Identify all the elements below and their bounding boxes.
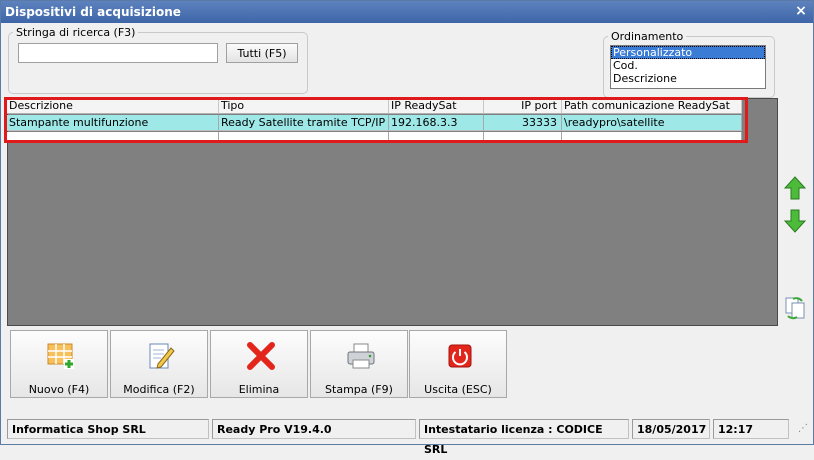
delete-button[interactable]: Elimina	[210, 330, 308, 398]
ordering-group-label: Ordinamento	[611, 30, 684, 43]
exit-button[interactable]: Uscita (ESC)	[409, 330, 507, 398]
empty-cell	[484, 132, 562, 142]
refresh-button[interactable]	[781, 294, 809, 322]
column-header-port[interactable]: IP port	[484, 98, 562, 114]
column-header-descrizione[interactable]: Descrizione	[7, 98, 219, 114]
arrow-up-icon	[784, 176, 806, 200]
status-license: Intestatario licenza : CODICE SRL	[419, 419, 629, 456]
search-group-label: Stringa di ricerca (F3)	[16, 26, 136, 39]
new-button[interactable]: Nuovo (F4)	[10, 330, 108, 398]
ordering-option[interactable]: Personalizzato	[611, 46, 765, 59]
cell-port: 33333	[484, 115, 562, 131]
empty-cell	[219, 132, 389, 142]
edit-button-label: Modifica (F2)	[123, 383, 195, 396]
cell-descrizione: Stampante multifunzione	[7, 115, 219, 131]
title-bar: Dispositivi di acquisizione ×	[1, 1, 813, 23]
status-bar: Informatica Shop SRL Ready Pro V19.4.0 I…	[7, 419, 807, 456]
status-date: 18/05/2017	[632, 419, 710, 439]
refresh-icon	[785, 297, 805, 320]
cell-tipo: Ready Satellite tramite TCP/IP	[219, 115, 389, 131]
empty-cell	[562, 132, 742, 142]
ordering-listbox[interactable]: Personalizzato Cod. Descrizione	[610, 45, 766, 89]
exit-icon	[448, 344, 472, 368]
cell-ip: 192.168.3.3	[389, 115, 484, 131]
all-button[interactable]: Tutti (F5)	[226, 43, 298, 63]
ordering-option[interactable]: Cod.	[611, 59, 765, 72]
new-button-label: Nuovo (F4)	[28, 383, 90, 396]
delete-x-icon	[247, 342, 275, 370]
move-up-button[interactable]	[781, 174, 809, 202]
edit-icon	[149, 343, 175, 369]
new-grid-icon	[47, 343, 74, 369]
close-icon[interactable]: ×	[793, 3, 809, 19]
delete-button-label: Elimina	[238, 383, 280, 396]
column-header-ip[interactable]: IP ReadySat	[389, 98, 484, 114]
column-header-tipo[interactable]: Tipo	[219, 98, 389, 114]
move-down-button[interactable]	[781, 207, 809, 235]
print-button-label: Stampa (F9)	[325, 383, 393, 396]
status-version: Ready Pro V19.4.0	[212, 419, 416, 439]
exit-button-label: Uscita (ESC)	[424, 383, 492, 396]
window-title: Dispositivi di acquisizione	[5, 5, 181, 19]
print-button[interactable]: Stampa (F9)	[310, 330, 408, 398]
resize-grip-icon[interactable]: ⋰	[798, 423, 810, 437]
arrow-down-icon	[784, 209, 806, 233]
column-header-path[interactable]: Path comunicazione ReadySat	[562, 98, 742, 114]
status-time: 12:17	[713, 419, 789, 439]
edit-button[interactable]: Modifica (F2)	[110, 330, 208, 398]
printer-icon	[347, 343, 375, 369]
ordering-option[interactable]: Descrizione	[611, 72, 765, 85]
empty-cell	[7, 132, 219, 142]
search-input[interactable]	[18, 43, 218, 63]
status-company: Informatica Shop SRL	[7, 419, 209, 439]
empty-cell	[389, 132, 484, 142]
cell-path: \readypro\satellite	[562, 115, 742, 131]
